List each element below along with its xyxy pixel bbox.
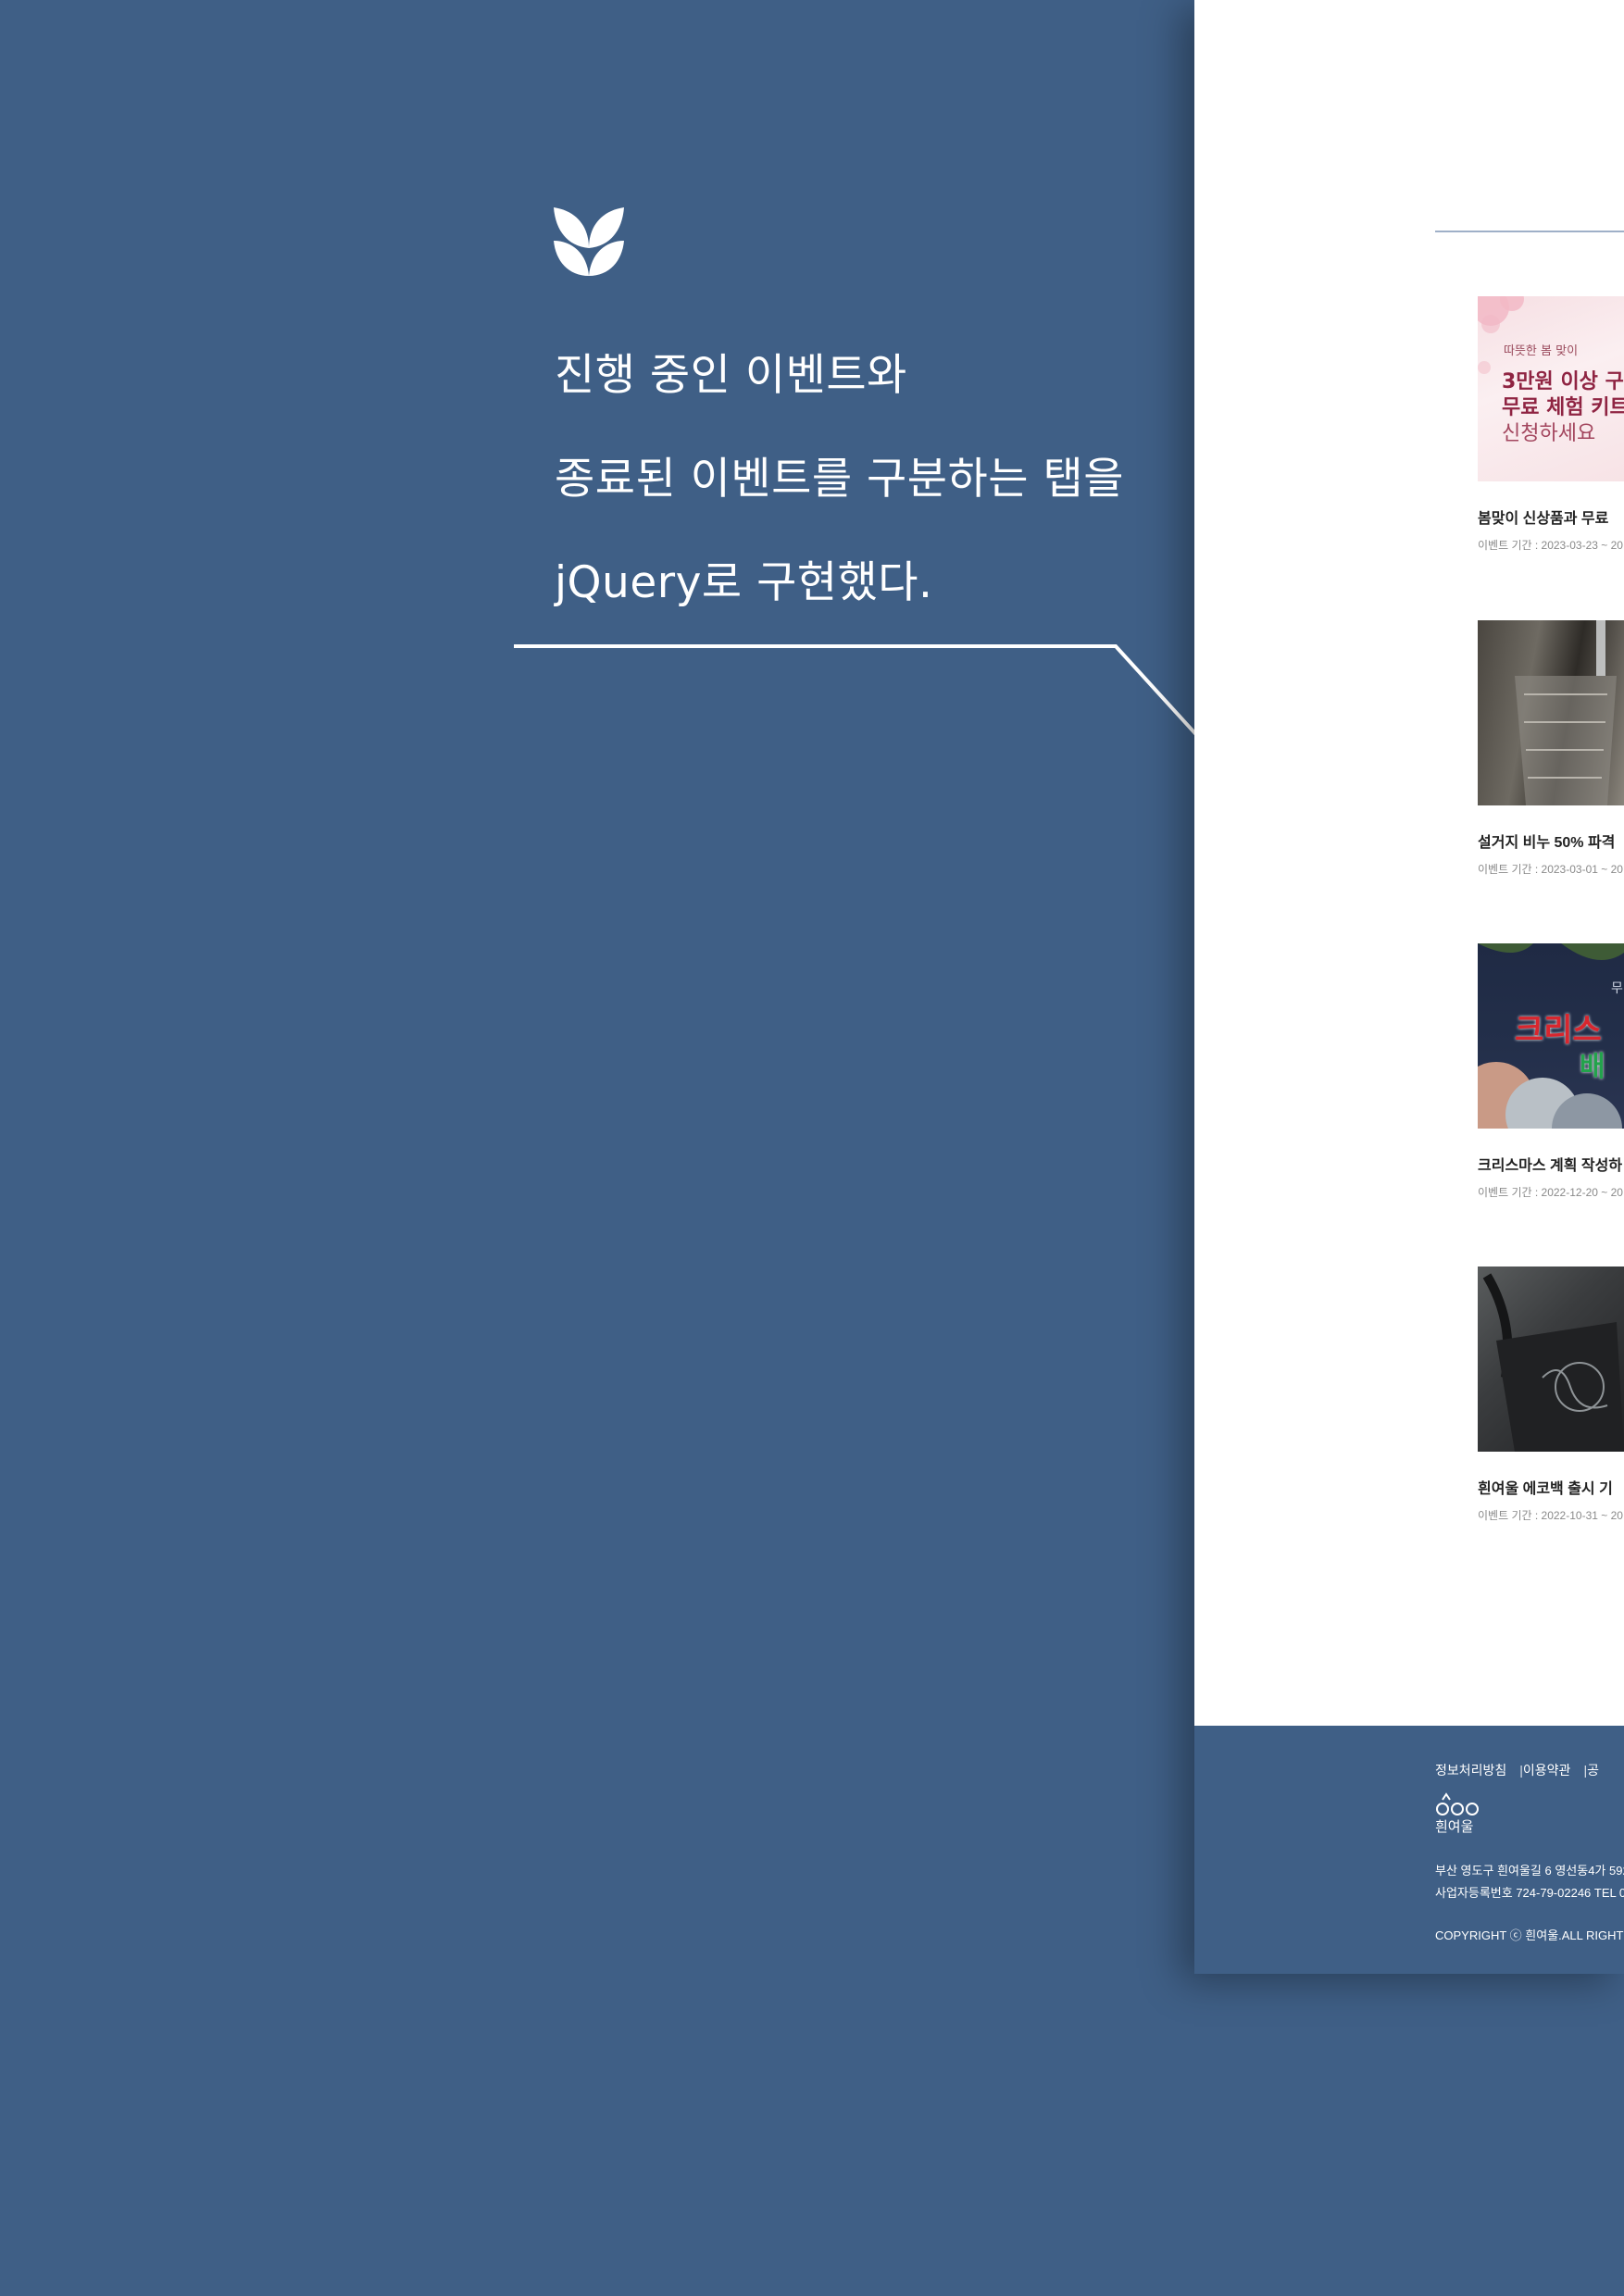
description-line: 진행 중인 이벤트와 <box>555 350 907 401</box>
event-page-mockup: 따뜻한 봄 맞이 3만원 이상 구 무료 체험 키트 신청하세요 봄맞이 신상품… <box>1194 0 1624 1974</box>
event-title[interactable]: 크리스마스 계획 작성하 <box>1478 1153 1624 1175</box>
banner-text: 배 <box>1580 1051 1605 1083</box>
site-footer: 정보처리방침 |이용약관 |공 흰여울 부산 영도구 흰여울길 6 영선동4가 59… <box>1194 1726 1624 1974</box>
description-line: 종료된 이벤트를 구분하는 탭을 <box>555 454 1124 505</box>
event-period: 이벤트 기간 : 2022-12-20 ~ 20 <box>1478 1186 1623 1199</box>
sprout-leaf-icon <box>554 207 624 276</box>
footer-link-privacy[interactable]: 정보처리방침 <box>1435 1763 1506 1778</box>
event-period: 이벤트 기간 : 2022-10-31 ~ 20 <box>1478 1509 1623 1522</box>
footer-address: 부산 영도구 흰여울길 6 영선동4가 592 <box>1435 1864 1624 1878</box>
event-period: 이벤트 기간 : 2023-03-01 ~ 20 <box>1478 863 1623 876</box>
brand-logo-icon: 흰여울 <box>1435 1792 1479 1835</box>
event-title[interactable]: 흰여울 에코백 출시 기 <box>1478 1476 1624 1498</box>
event-period: 이벤트 기간 : 2023-03-23 ~ 20 <box>1478 539 1623 552</box>
brand-name: 흰여울 <box>1435 1818 1473 1835</box>
event-thumbnail[interactable] <box>1478 620 1624 805</box>
banner-text: 무 <box>1611 981 1623 996</box>
event-thumbnail[interactable]: 따뜻한 봄 맞이 3만원 이상 구 무료 체험 키트 신청하세요 <box>1478 296 1624 481</box>
footer-link-terms[interactable]: 이용약관 <box>1523 1763 1571 1778</box>
event-card[interactable]: 흰여울 에코백 출시 기 이벤트 기간 : 2022-10-31 ~ 20 <box>1478 1267 1624 1523</box>
feature-description: 진행 중인 이벤트와 종료된 이벤트를 구분하는 탭을 jQuery로 구현했다… <box>555 324 1124 635</box>
banner-text: 신청하세요 <box>1502 422 1596 445</box>
event-card[interactable]: 따뜻한 봄 맞이 3만원 이상 구 무료 체험 키트 신청하세요 봄맞이 신상품… <box>1478 296 1624 553</box>
water-glass-illustration <box>1515 620 1617 805</box>
eco-bag-illustration <box>1482 1273 1624 1452</box>
tab-divider <box>1435 231 1624 232</box>
event-card[interactable]: 무 크리스 배 크리스마스 계획 작성하 이벤트 기간 : 2022-12-20… <box>1478 943 1624 1200</box>
footer-links: 정보처리방침 |이용약관 |공 <box>1435 1761 1599 1779</box>
event-title[interactable]: 봄맞이 신상품과 무료 <box>1478 505 1624 528</box>
footer-separator: | <box>1519 1763 1523 1778</box>
event-thumbnail[interactable] <box>1478 1267 1624 1452</box>
event-thumbnail[interactable]: 무 크리스 배 <box>1478 943 1624 1129</box>
event-title[interactable]: 설거지 비누 50% 파격 <box>1478 830 1624 852</box>
footer-link-notice[interactable]: 공 <box>1587 1763 1599 1778</box>
description-line: jQuery로 구현했다. <box>555 557 933 608</box>
banner-subtitle: 따뜻한 봄 맞이 <box>1504 344 1579 358</box>
footer-separator: | <box>1583 1763 1588 1778</box>
footer-business-info: 사업자등록번호 724-79-02246 TEL 010 <box>1435 1886 1624 1900</box>
event-card[interactable]: 설거지 비누 50% 파격 이벤트 기간 : 2023-03-01 ~ 20 <box>1478 620 1624 877</box>
footer-copyright: COPYRIGHT ⓒ 흰여울.ALL RIGHTS RE <box>1435 1928 1624 1942</box>
